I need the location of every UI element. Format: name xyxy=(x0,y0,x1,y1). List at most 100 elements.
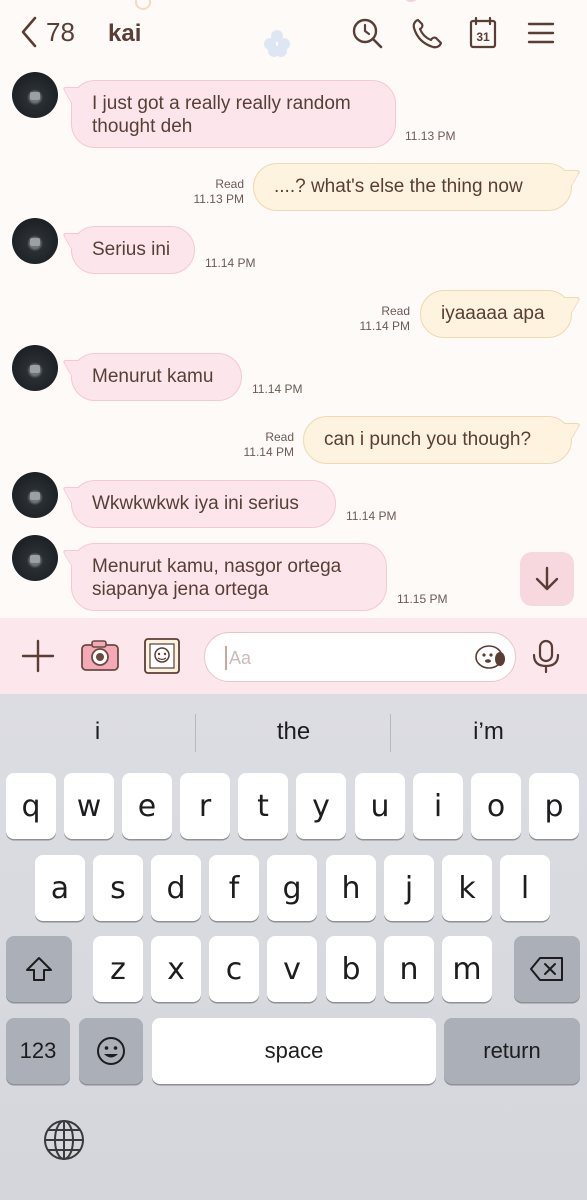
contact-name: kai xyxy=(108,20,142,47)
camera-button[interactable] xyxy=(80,636,120,676)
message-time: 11.13 PM xyxy=(193,192,244,206)
arrow-down-icon xyxy=(535,566,559,591)
key-v[interactable]: v xyxy=(267,936,317,1002)
search-button[interactable] xyxy=(350,16,384,50)
key-i[interactable]: i xyxy=(413,773,463,839)
voice-button[interactable] xyxy=(528,638,568,678)
key-s[interactable]: s xyxy=(93,855,143,921)
message-time: 11.13 PM xyxy=(405,129,456,143)
message-text-line: I just got a really really random xyxy=(92,93,351,114)
key-t[interactable]: t xyxy=(238,773,288,839)
message-text-line: siapanya jena ortega xyxy=(92,579,269,600)
chevron-left-icon xyxy=(21,16,37,48)
menu-button[interactable] xyxy=(524,16,558,50)
message-bubble-outgoing[interactable]: iyaaaaa apa xyxy=(420,290,572,338)
key-a[interactable]: a xyxy=(35,855,85,921)
key-h[interactable]: h xyxy=(326,855,376,921)
key-z[interactable]: z xyxy=(93,936,143,1002)
key-q[interactable]: q xyxy=(6,773,56,839)
avatar[interactable] xyxy=(12,345,58,391)
message-bubble-outgoing[interactable]: can i punch you though? xyxy=(303,416,572,464)
message-text-line: Menurut kamu, nasgor ortega xyxy=(92,556,342,577)
message-time: 11.14 PM xyxy=(243,445,294,459)
key-r[interactable]: r xyxy=(180,773,230,839)
key-b[interactable]: b xyxy=(326,936,376,1002)
phone-icon xyxy=(412,18,443,49)
read-status: Read xyxy=(265,430,294,444)
key-f[interactable]: f xyxy=(209,855,259,921)
suggestion-2[interactable]: the xyxy=(196,718,391,746)
message-bubble-incoming[interactable]: Wkwkwkwk iya ini serius xyxy=(71,480,336,528)
message-bubble-outgoing[interactable]: ....? what's else the thing now xyxy=(253,163,572,211)
message-text: can i punch you though? xyxy=(324,429,532,450)
read-receipt: Read 11.14 PM xyxy=(346,304,410,334)
message-time: 11.14 PM xyxy=(346,509,397,523)
message-text: Wkwkwkwk iya ini serius xyxy=(92,493,299,514)
key-l[interactable]: l xyxy=(500,855,550,921)
message-bubble-incoming[interactable]: I just got a really really random though… xyxy=(71,80,396,148)
key-w[interactable]: w xyxy=(64,773,114,839)
key-u[interactable]: u xyxy=(355,773,405,839)
message-input[interactable]: Aa xyxy=(204,632,516,682)
calendar-day: 31 xyxy=(476,30,490,44)
key-m[interactable]: m xyxy=(442,936,492,1002)
message-text: ....? what's else the thing now xyxy=(274,176,523,197)
plus-icon xyxy=(21,639,55,673)
message-bubble-incoming[interactable]: Menurut kamu xyxy=(71,353,242,401)
suggestion-1[interactable]: i xyxy=(0,718,195,746)
scroll-to-bottom-button[interactable] xyxy=(520,552,574,606)
key-j[interactable]: j xyxy=(384,855,434,921)
message-bubble-incoming[interactable]: Serius ini xyxy=(71,226,195,274)
unread-count: 78 xyxy=(46,16,75,47)
message-time: 11.14 PM xyxy=(205,256,256,270)
read-receipt: Read 11.13 PM xyxy=(180,177,244,207)
shift-icon xyxy=(26,957,52,981)
space-key[interactable]: space xyxy=(152,1018,436,1084)
numbers-key[interactable]: 123 xyxy=(6,1018,70,1084)
image-icon xyxy=(144,638,180,674)
add-button[interactable] xyxy=(18,636,58,676)
key-d[interactable]: d xyxy=(151,855,201,921)
message-text-line: thought deh xyxy=(92,116,193,137)
message-text: iyaaaaa apa xyxy=(441,303,545,324)
flower-decoration-icon xyxy=(405,0,417,2)
sticker-icon[interactable] xyxy=(473,642,507,672)
input-placeholder: Aa xyxy=(229,648,252,668)
emoji-icon xyxy=(97,1037,125,1065)
key-n[interactable]: n xyxy=(384,936,434,1002)
return-key[interactable]: return xyxy=(444,1018,580,1084)
key-y[interactable]: y xyxy=(296,773,346,839)
avatar[interactable] xyxy=(12,472,58,518)
shift-key[interactable] xyxy=(6,936,72,1002)
camera-icon xyxy=(81,640,119,671)
back-button[interactable]: 78 xyxy=(18,14,75,50)
key-c[interactable]: c xyxy=(209,936,259,1002)
key-e[interactable]: e xyxy=(122,773,172,839)
chat-header: 78 kai 31 xyxy=(0,0,587,68)
microphone-icon xyxy=(532,639,560,674)
globe-button[interactable] xyxy=(42,1118,86,1162)
search-icon xyxy=(352,18,383,49)
flower-decoration-icon xyxy=(264,30,290,57)
read-status: Read xyxy=(215,177,244,191)
read-receipt: Read 11.14 PM xyxy=(228,430,294,460)
gallery-button[interactable] xyxy=(142,636,182,676)
key-k[interactable]: k xyxy=(442,855,492,921)
backspace-key[interactable] xyxy=(514,936,580,1002)
message-bubble-incoming[interactable]: Menurut kamu, nasgor ortega siapanya jen… xyxy=(71,543,387,611)
avatar[interactable] xyxy=(12,218,58,264)
key-p[interactable]: p xyxy=(529,773,579,839)
emoji-key[interactable] xyxy=(79,1018,143,1084)
call-button[interactable] xyxy=(410,16,444,50)
menu-icon xyxy=(527,22,555,44)
key-g[interactable]: g xyxy=(267,855,317,921)
avatar[interactable] xyxy=(12,535,58,581)
calendar-button[interactable]: 31 xyxy=(466,16,500,50)
avatar[interactable] xyxy=(12,72,58,118)
suggestion-3[interactable]: i’m xyxy=(391,718,586,746)
text-cursor xyxy=(225,646,227,670)
key-o[interactable]: o xyxy=(471,773,521,839)
message-text: Menurut kamu xyxy=(92,366,214,387)
key-x[interactable]: x xyxy=(151,936,201,1002)
flower-decoration-icon xyxy=(135,0,151,10)
